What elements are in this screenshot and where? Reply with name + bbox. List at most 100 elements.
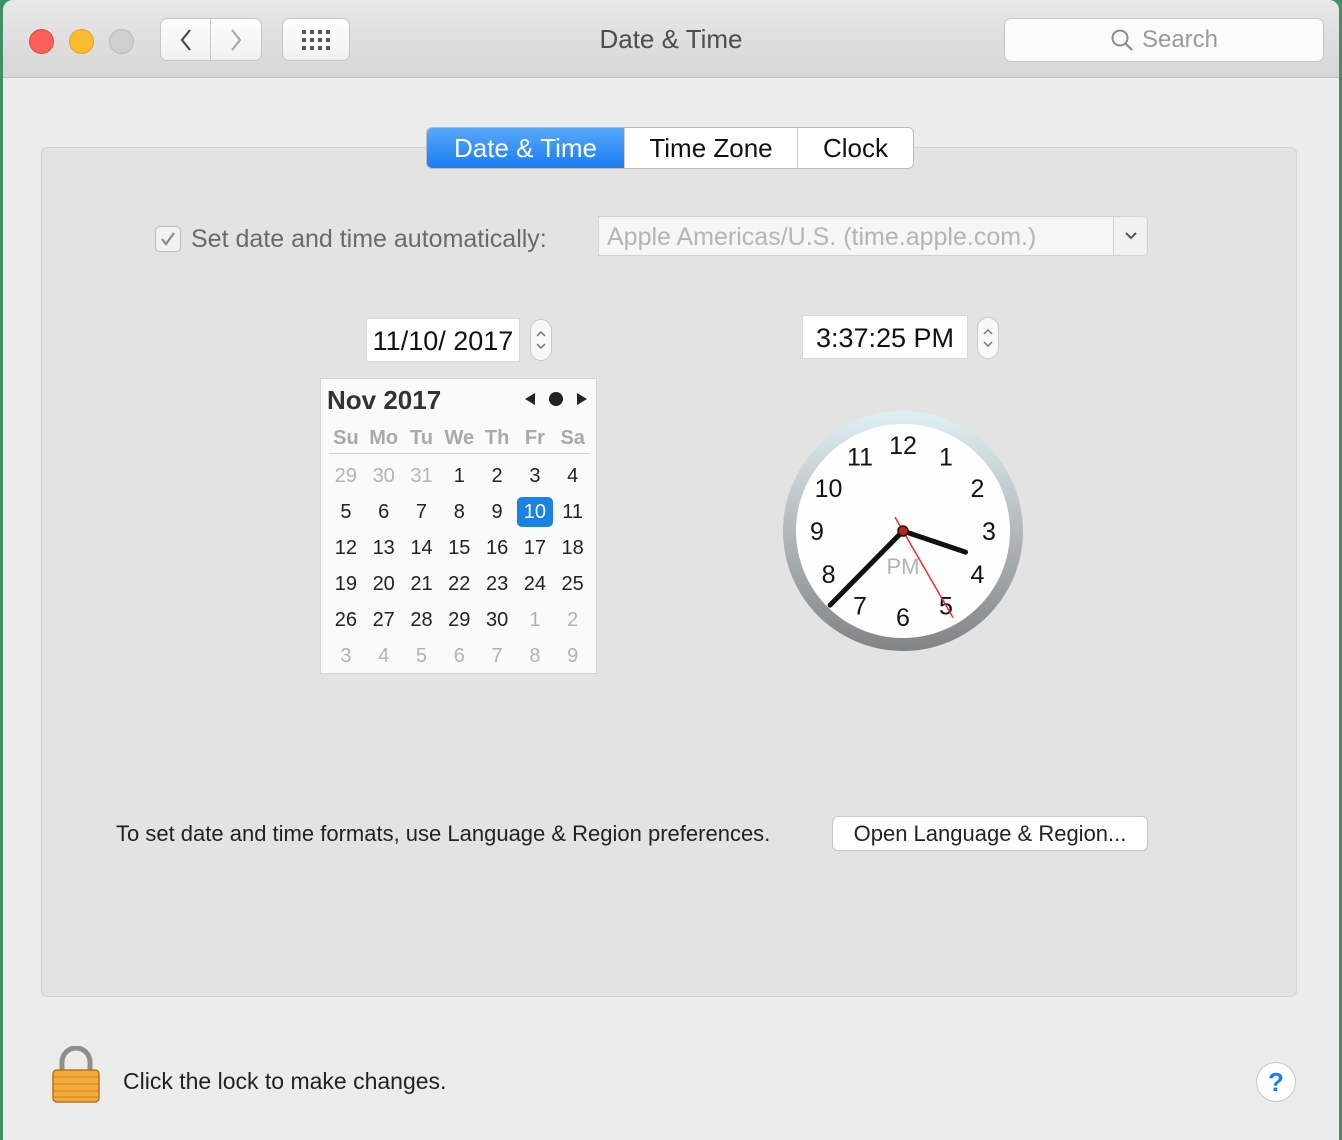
- calendar-day[interactable]: 30: [478, 602, 516, 638]
- calendar-nav: [524, 391, 588, 407]
- search-placeholder: Search: [1141, 26, 1219, 53]
- calendar-day[interactable]: 27: [365, 602, 403, 638]
- weekday-label: We: [444, 427, 475, 449]
- calendar-week-row: 19 20 21 22 23 24 25: [327, 566, 592, 602]
- analog-clock: 121234567891011 PM: [783, 411, 1023, 651]
- calendar-day[interactable]: 5: [327, 494, 365, 530]
- clock-numeral: 11: [847, 444, 873, 472]
- date-stepper[interactable]: [530, 319, 552, 361]
- search-field[interactable]: Search: [1004, 18, 1324, 62]
- calendar-divider: [329, 453, 590, 454]
- calendar-day[interactable]: 12: [327, 530, 365, 566]
- stepper-down-icon[interactable]: [536, 343, 546, 349]
- previous-month-icon[interactable]: [524, 392, 536, 406]
- clock-numeral: 6: [896, 604, 910, 632]
- calendar-day[interactable]: 13: [365, 530, 403, 566]
- calendar-day[interactable]: 23: [478, 566, 516, 602]
- weekday-label: Sa: [560, 427, 585, 449]
- weekday-header: Su Mo Tu We Th Fr Sa: [327, 423, 592, 453]
- calendar-day[interactable]: 26: [327, 602, 365, 638]
- calendar-day[interactable]: 4: [554, 458, 592, 494]
- calendar-day[interactable]: 2: [478, 458, 516, 494]
- time-server-field[interactable]: Apple Americas/U.S. (time.apple.com.): [598, 216, 1114, 256]
- calendar-week-row: 3456789: [327, 638, 592, 674]
- clock-numeral: 1: [939, 444, 953, 472]
- calendar-day[interactable]: 20: [365, 566, 403, 602]
- set-automatically-checkbox[interactable]: [155, 226, 181, 252]
- calendar-day[interactable]: 21: [403, 566, 441, 602]
- tab-time-zone[interactable]: Time Zone: [624, 128, 797, 168]
- weekday-label: Su: [333, 427, 359, 449]
- calendar-month-label: Nov 2017: [327, 385, 442, 415]
- time-field[interactable]: 3:37:25 PM: [802, 315, 968, 359]
- time-stepper[interactable]: [977, 317, 999, 359]
- weekday-label: Th: [484, 427, 510, 449]
- checkmark-icon: [161, 232, 175, 246]
- clock-numeral: 7: [853, 592, 867, 620]
- calendar-day[interactable]: 11: [554, 494, 592, 530]
- calendar-day[interactable]: 3: [327, 638, 365, 674]
- tab-bar: Date & Time Time Zone Clock: [426, 127, 914, 169]
- next-month-icon[interactable]: [576, 392, 588, 406]
- tab-date-time[interactable]: Date & Time: [427, 128, 624, 168]
- calendar-day[interactable]: 16: [478, 530, 516, 566]
- calendar-day[interactable]: 8: [440, 494, 478, 530]
- calendar-day[interactable]: 29: [327, 458, 365, 494]
- calendar-day[interactable]: 28: [403, 602, 441, 638]
- stepper-down-icon[interactable]: [983, 341, 993, 347]
- chevron-down-icon: [1124, 232, 1137, 240]
- calendar-day[interactable]: 15: [440, 530, 478, 566]
- calendar-day[interactable]: 19: [327, 566, 365, 602]
- calendar-day[interactable]: 14: [403, 530, 441, 566]
- calendar-day[interactable]: 2: [554, 602, 592, 638]
- calendar-week-row: 5 6 7 8 9 10 11: [327, 494, 592, 530]
- calendar-grid: Su Mo Tu We Th Fr Sa 29 30 31 1 2 3 4 5 6 7 8 9 10 11 12 13 14…: [327, 423, 592, 674]
- today-dot-icon[interactable]: [548, 391, 564, 407]
- calendar-week-row: 26 27 28 29 30 1 2: [327, 602, 592, 638]
- set-automatically-label: Set date and time automatically:: [191, 224, 547, 253]
- calendar-day[interactable]: 3: [516, 458, 554, 494]
- stepper-up-icon[interactable]: [983, 329, 993, 335]
- weekday-label: Fr: [524, 427, 545, 449]
- calendar: Nov 2017 Su Mo Tu We Th Fr Sa 29 30 31 1 2 3 4 5 6 7 8 9 1…: [320, 378, 597, 674]
- calendar-day[interactable]: 24: [516, 566, 554, 602]
- date-field[interactable]: 11/10/ 2017: [366, 318, 520, 362]
- calendar-day-selected[interactable]: 10: [516, 494, 554, 530]
- stepper-up-icon[interactable]: [536, 331, 546, 337]
- calendar-day[interactable]: 1: [516, 602, 554, 638]
- calendar-day[interactable]: 8: [516, 638, 554, 674]
- calendar-day[interactable]: 6: [440, 638, 478, 674]
- calendar-day[interactable]: 6: [365, 494, 403, 530]
- help-button[interactable]: ?: [1256, 1062, 1296, 1102]
- calendar-day[interactable]: 18: [554, 530, 592, 566]
- calendar-day[interactable]: 7: [403, 494, 441, 530]
- clock-center: [897, 525, 909, 537]
- lock-message: Click the lock to make changes.: [123, 1068, 447, 1094]
- search-icon: [1111, 29, 1133, 51]
- tab-clock[interactable]: Clock: [797, 128, 913, 168]
- calendar-day[interactable]: 7: [478, 638, 516, 674]
- time-server-dropdown-button[interactable]: [1113, 216, 1148, 256]
- calendar-day[interactable]: 29: [440, 602, 478, 638]
- calendar-day[interactable]: 5: [403, 638, 441, 674]
- clock-numeral: 12: [889, 432, 917, 460]
- lock-icon[interactable]: [50, 1046, 102, 1104]
- calendar-week-row: 29 30 31 1 2 3 4: [327, 458, 592, 494]
- calendar-week-row: 12 13 14 15 16 17 18: [327, 530, 592, 566]
- calendar-day[interactable]: 9: [478, 494, 516, 530]
- calendar-day[interactable]: 4: [365, 638, 403, 674]
- calendar-day[interactable]: 25: [554, 566, 592, 602]
- calendar-day[interactable]: 22: [440, 566, 478, 602]
- calendar-day[interactable]: 31: [403, 458, 441, 494]
- clock-numeral: 9: [810, 518, 824, 546]
- open-language-region-button[interactable]: Open Language & Region...: [832, 816, 1148, 851]
- clock-period-label: PM: [887, 554, 920, 579]
- selected-day-label: 10: [516, 497, 553, 527]
- title-bar: Date & Time Search: [3, 0, 1339, 78]
- content-panel: [41, 147, 1297, 997]
- calendar-day[interactable]: 17: [516, 530, 554, 566]
- calendar-day[interactable]: 1: [440, 458, 478, 494]
- calendar-day[interactable]: 30: [365, 458, 403, 494]
- clock-numeral: 2: [971, 475, 985, 503]
- calendar-day[interactable]: 9: [554, 638, 592, 674]
